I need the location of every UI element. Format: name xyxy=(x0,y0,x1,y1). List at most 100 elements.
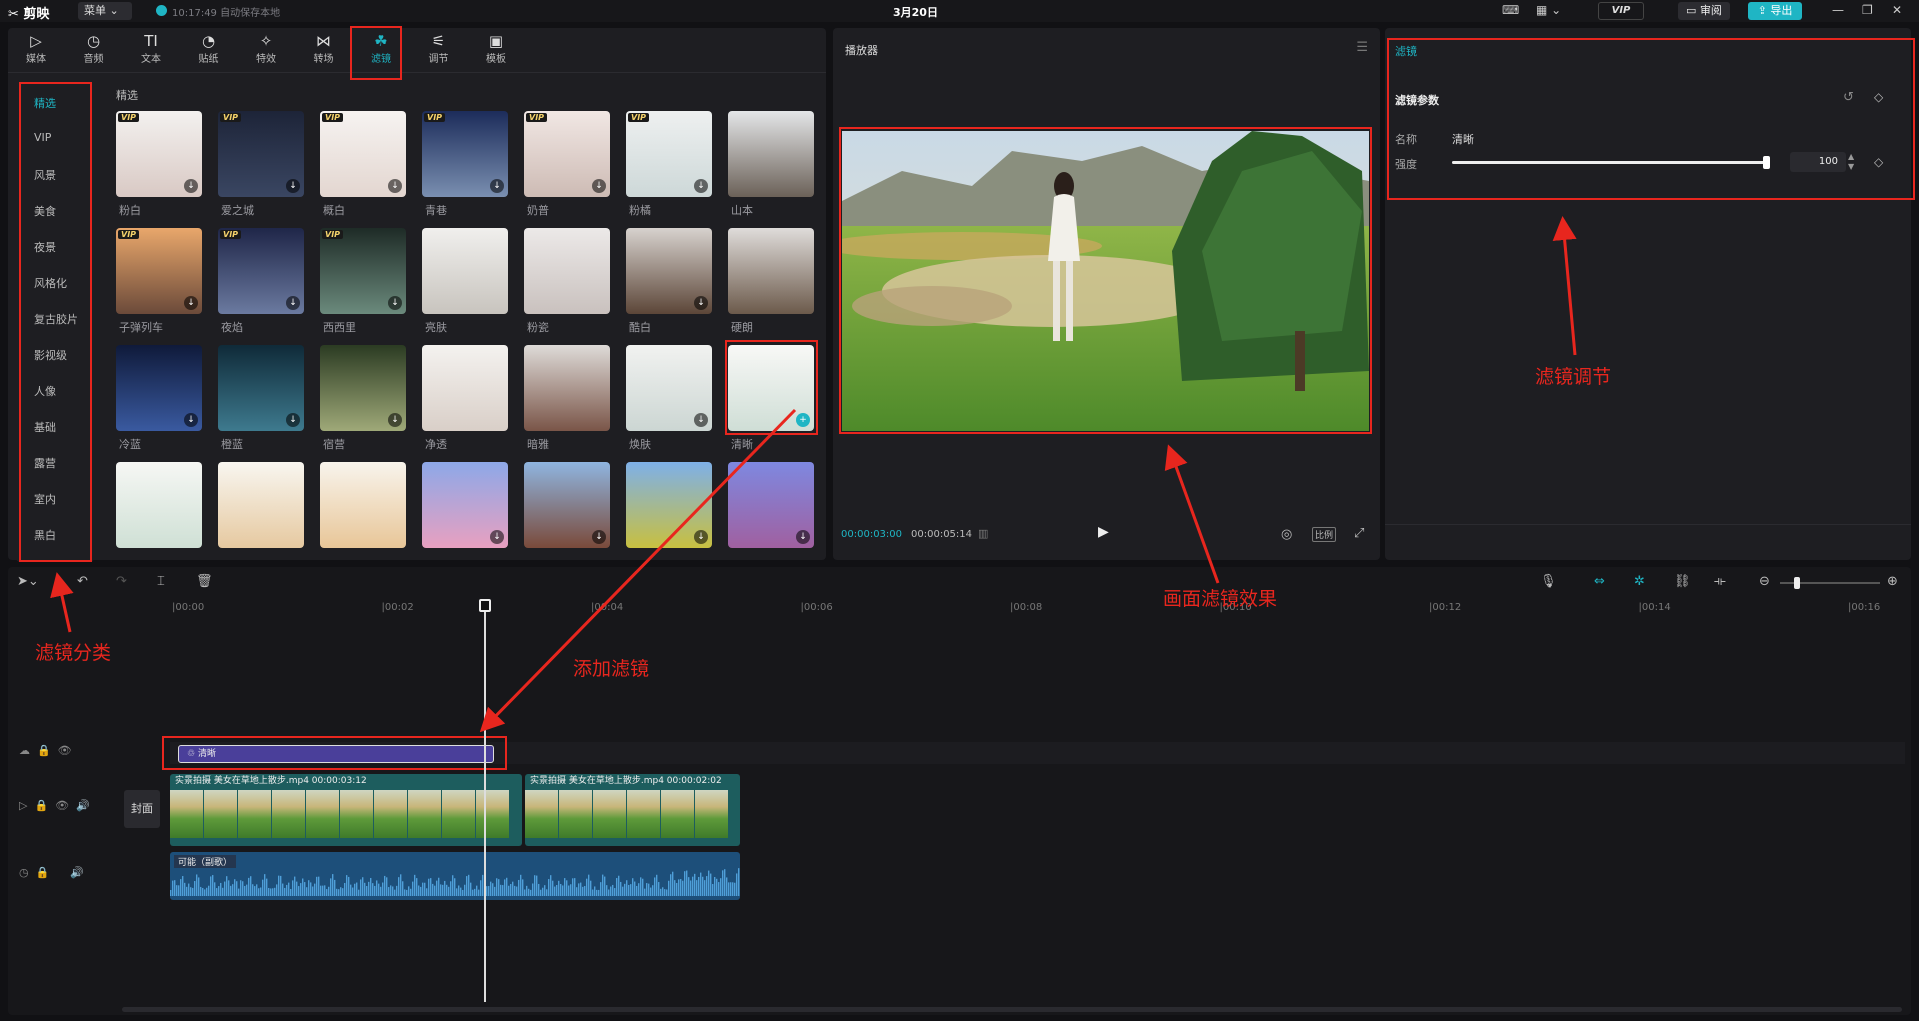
download-icon[interactable]: ↓ xyxy=(184,179,198,193)
waveform-bar xyxy=(366,886,368,896)
tab-transition[interactable]: ⋈ 转场 xyxy=(300,32,348,65)
filter-thumbnail[interactable] xyxy=(524,345,610,431)
review-button[interactable]: ▭ 审阅 xyxy=(1678,2,1730,20)
select-tool-icon[interactable]: ➤⌄ xyxy=(17,574,39,589)
filter-thumbnail[interactable]: VIP ↓ xyxy=(320,111,406,197)
waveform-bar xyxy=(406,889,408,896)
link-icon[interactable]: ⛓ xyxy=(1674,574,1691,589)
playhead-handle[interactable] xyxy=(479,599,491,612)
tab-media[interactable]: ▷ 媒体 xyxy=(12,32,60,65)
tab-label: 贴纸 xyxy=(198,54,219,65)
tab-template[interactable]: ▣ 模板 xyxy=(472,32,520,65)
export-button[interactable]: ⇪ 导出 xyxy=(1748,2,1802,20)
filter-thumbnail[interactable]: ↓ xyxy=(626,462,712,548)
download-icon[interactable]: ↓ xyxy=(694,413,708,427)
download-icon[interactable]: ↓ xyxy=(388,413,402,427)
zoom-slider[interactable] xyxy=(1780,577,1880,589)
filter-thumbnail[interactable]: ↓ xyxy=(524,462,610,548)
download-icon[interactable]: ↓ xyxy=(694,296,708,310)
filter-thumbnail[interactable]: ↓ xyxy=(116,345,202,431)
download-icon[interactable]: ↓ xyxy=(286,179,300,193)
download-icon[interactable]: ↓ xyxy=(490,530,504,544)
menu-button[interactable]: 菜单 ⌄ xyxy=(78,2,132,20)
vip-button[interactable]: VIP xyxy=(1598,2,1644,20)
filter-thumbnail[interactable] xyxy=(524,228,610,314)
filter-thumbnail[interactable]: VIP ↓ xyxy=(116,111,202,197)
split-icon[interactable]: ⌶ xyxy=(157,574,165,589)
waveform-bar xyxy=(372,883,374,896)
tab-effects[interactable]: ✧ 特效 xyxy=(242,32,290,65)
play-icon[interactable]: ▶ xyxy=(1098,524,1109,540)
filter-thumbnail[interactable]: VIP ↓ xyxy=(218,111,304,197)
filter-thumbnail[interactable]: VIP ↓ xyxy=(524,111,610,197)
filter-thumbnail[interactable] xyxy=(728,111,814,197)
filter-track-controls[interactable]: ☁ 🔒 👁 xyxy=(19,744,72,757)
ratio-button[interactable]: 比例 xyxy=(1312,527,1337,542)
filter-thumbnail[interactable]: ↓ xyxy=(728,462,814,548)
filter-thumbnail[interactable] xyxy=(320,462,406,548)
zoom-slider-knob[interactable] xyxy=(1794,577,1800,589)
download-icon[interactable]: ↓ xyxy=(490,179,504,193)
download-icon[interactable]: ↓ xyxy=(694,179,708,193)
filter-thumbnail[interactable]: VIP ↓ xyxy=(626,111,712,197)
download-icon[interactable]: ↓ xyxy=(592,530,606,544)
playhead[interactable] xyxy=(484,606,486,1002)
delete-icon[interactable]: 🗑 xyxy=(196,574,213,589)
video-clip[interactable]: 实景拍摄 美女在草地上散步.mp4 00:00:02:02 xyxy=(525,774,740,846)
download-icon[interactable]: ↓ xyxy=(184,296,198,310)
tab-audio[interactable]: ◷ 音频 xyxy=(70,32,118,65)
waveform-bar xyxy=(270,888,272,896)
download-icon[interactable]: ↓ xyxy=(694,530,708,544)
audio-clip[interactable]: 可能（副歌） xyxy=(170,852,740,900)
waveform-bar xyxy=(390,885,392,896)
fullscreen-icon[interactable]: ⤢ xyxy=(1354,526,1364,541)
filter-thumbnail[interactable] xyxy=(116,462,202,548)
filter-thumbnail[interactable]: ↓ xyxy=(320,345,406,431)
player-menu-icon[interactable]: ☰ xyxy=(1356,40,1368,55)
filter-thumbnail[interactable]: ↓ xyxy=(626,228,712,314)
zoom-in-icon[interactable]: ⊕ xyxy=(1887,574,1898,589)
filter-thumbnail[interactable]: VIP ↓ xyxy=(422,111,508,197)
filter-thumbnail[interactable] xyxy=(728,228,814,314)
record-voice-icon[interactable]: 🎙 xyxy=(1540,574,1557,589)
layout-icon[interactable]: ▦ ⌄ xyxy=(1536,3,1561,17)
undo-icon[interactable]: ↶ xyxy=(77,574,88,589)
audio-track-controls[interactable]: ◷ 🔒 🔊 xyxy=(19,866,84,879)
video-frame-thumbnail xyxy=(559,790,592,838)
filter-thumbnail[interactable]: ↓ xyxy=(218,345,304,431)
filter-thumbnail[interactable]: ↓ xyxy=(422,462,508,548)
auto-snap-icon[interactable]: ✲ xyxy=(1634,574,1645,589)
cover-button[interactable]: 封面 xyxy=(124,790,160,828)
tab-adjust[interactable]: ⚟ 调节 xyxy=(415,32,463,65)
restore-icon[interactable]: ❐ xyxy=(1862,3,1873,17)
close-icon[interactable]: ✕ xyxy=(1892,3,1902,17)
download-icon[interactable]: ↓ xyxy=(388,179,402,193)
zoom-out-icon[interactable]: ⊖ xyxy=(1759,574,1770,589)
timeline-grid-icon[interactable]: ▥ xyxy=(978,527,988,540)
filter-thumbnail[interactable]: VIP ↓ xyxy=(320,228,406,314)
download-icon[interactable]: ↓ xyxy=(796,530,810,544)
tab-sticker[interactable]: ◔ 贴纸 xyxy=(185,32,233,65)
redo-icon[interactable]: ↷ xyxy=(116,574,127,589)
preview-axis-icon[interactable]: ⟛ xyxy=(1714,574,1726,589)
download-icon[interactable]: ↓ xyxy=(286,413,300,427)
screenshot-icon[interactable]: ◎ xyxy=(1281,527,1292,542)
tab-text[interactable]: TI 文本 xyxy=(127,32,175,65)
minimize-icon[interactable]: — xyxy=(1832,3,1844,17)
filter-thumbnail[interactable]: VIP ↓ xyxy=(116,228,202,314)
video-clip[interactable]: 实景拍摄 美女在草地上散步.mp4 00:00:03:12 xyxy=(170,774,522,846)
filter-thumbnail[interactable]: VIP ↓ xyxy=(218,228,304,314)
download-icon[interactable]: ↓ xyxy=(592,179,606,193)
ruler-tick: |00:14 xyxy=(1638,602,1671,613)
filter-thumbnail[interactable] xyxy=(422,228,508,314)
download-icon[interactable]: ↓ xyxy=(388,296,402,310)
timeline-scrollbar[interactable] xyxy=(122,1007,1902,1012)
filter-thumbnail[interactable]: ↓ xyxy=(626,345,712,431)
main-track-magnet-icon[interactable]: ⇔ xyxy=(1594,574,1605,589)
video-track-controls[interactable]: ▷ 🔒 👁 🔊 xyxy=(19,799,90,812)
filter-thumbnail[interactable] xyxy=(218,462,304,548)
download-icon[interactable]: ↓ xyxy=(286,296,300,310)
download-icon[interactable]: ↓ xyxy=(184,413,198,427)
shortcut-icon[interactable]: ⌨ xyxy=(1502,3,1519,17)
filter-thumbnail[interactable] xyxy=(422,345,508,431)
